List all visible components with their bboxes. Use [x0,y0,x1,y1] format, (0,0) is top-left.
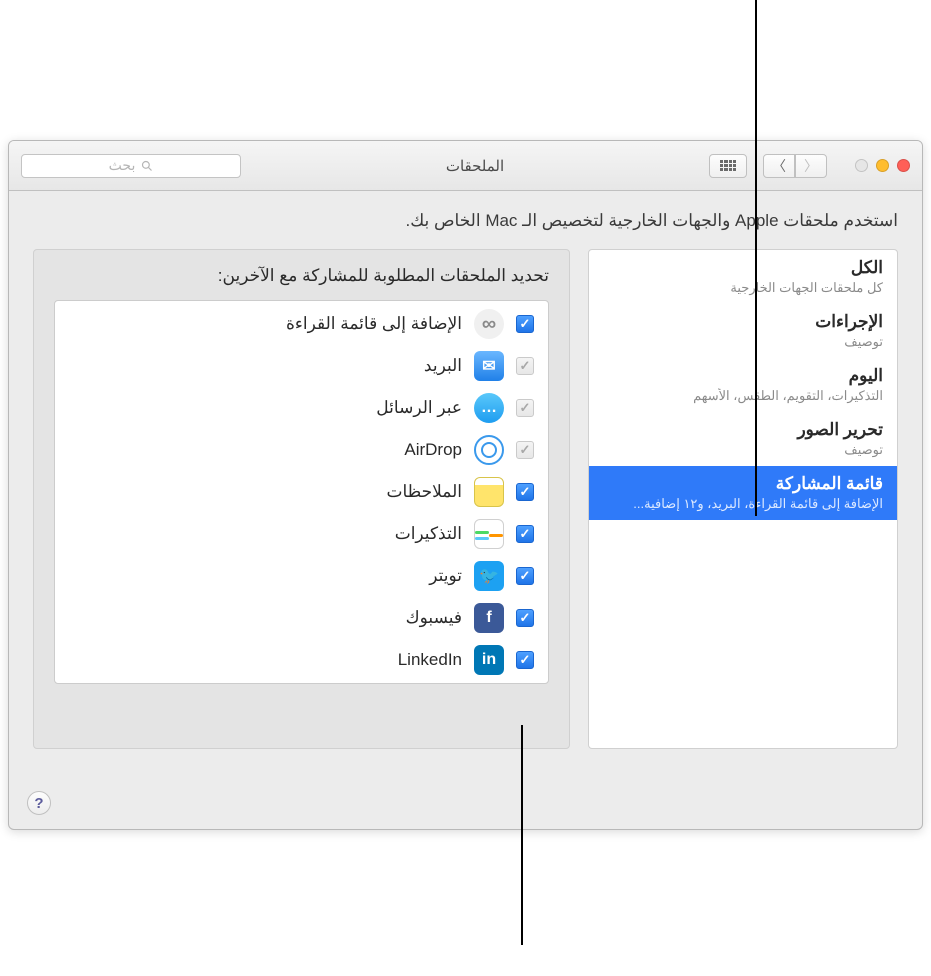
ext-row-reading-list: ∞ الإضافة إلى قائمة القراءة [55,303,548,345]
ext-row-reminders: التذكيرات [55,513,548,555]
ext-row-messages: … عبر الرسائل [55,387,548,429]
notes-icon [474,477,504,507]
reading-list-icon: ∞ [474,309,504,339]
nav-back-button[interactable]: 〈 [763,154,795,178]
search-input[interactable]: بحث [21,154,241,178]
chevron-right-icon: 〉 [804,156,818,176]
ext-label: فيسبوك [406,608,462,628]
ext-label: تويتر [429,566,462,586]
linkedin-icon: in [474,645,504,675]
sidebar-item-all[interactable]: الكل كل ملحقات الجهات الخارجية [589,250,897,304]
sidebar-item-sub: الإضافة إلى قائمة القراءة، البريد، و١٢ إ… [603,496,883,512]
ext-row-twitter: 🐦 تويتر [55,555,548,597]
checkbox-notes[interactable] [516,483,534,501]
chevron-left-icon: 〈 [772,156,786,176]
sidebar-item-title: الإجراءات [603,312,883,332]
sidebar-item-share-menu[interactable]: قائمة المشاركة الإضافة إلى قائمة القراءة… [589,466,897,520]
sidebar-item-today[interactable]: اليوم التذكيرات، التقويم، الطقس، الأسهم [589,358,897,412]
extension-list: ∞ الإضافة إلى قائمة القراءة ✉ البريد … ع… [54,300,549,684]
window-title: الملحقات [249,157,701,175]
ext-label: عبر الرسائل [376,398,462,418]
nav-forward-button[interactable]: 〉 [795,154,827,178]
maximize-button[interactable] [855,159,868,172]
ext-row-notes: الملاحظات [55,471,548,513]
search-placeholder: بحث [109,157,136,174]
callout-line-bottom [521,725,523,945]
sidebar-item-sub: توصيف [603,442,883,458]
grid-icon [720,160,736,172]
sidebar-item-sub: كل ملحقات الجهات الخارجية [603,280,883,296]
description-text: استخدم ملحقات Apple والجهات الخارجية لتخ… [33,211,898,231]
mail-icon: ✉ [474,351,504,381]
checkbox-airdrop [516,441,534,459]
sidebar-item-title: الكل [603,258,883,278]
content-area: استخدم ملحقات Apple والجهات الخارجية لتخ… [9,191,922,749]
detail-panel: تحديد الملحقات المطلوبة للمشاركة مع الآخ… [33,249,570,749]
preferences-window: بحث الملحقات 〈 〉 استخدم ملحقات Apple وال… [8,140,923,830]
checkbox-twitter[interactable] [516,567,534,585]
sidebar-item-sub: توصيف [603,334,883,350]
ext-row-facebook: f فيسبوك [55,597,548,639]
checkbox-mail [516,357,534,375]
ext-label: البريد [424,356,462,376]
ext-label: الملاحظات [386,482,462,502]
show-all-button[interactable] [709,154,747,178]
ext-row-linkedin: in LinkedIn [55,639,548,681]
ext-label: الإضافة إلى قائمة القراءة [286,314,462,334]
nav-buttons: 〈 〉 [763,154,827,178]
traffic-lights [855,159,910,172]
ext-label: AirDrop [404,440,462,460]
ext-label: LinkedIn [398,650,462,670]
callout-line-top [755,0,757,516]
checkbox-reminders[interactable] [516,525,534,543]
checkbox-reading-list[interactable] [516,315,534,333]
minimize-button[interactable] [876,159,889,172]
sidebar-item-sub: التذكيرات، التقويم، الطقس، الأسهم [603,388,883,404]
ext-row-airdrop: AirDrop [55,429,548,471]
sidebar-item-title: تحرير الصور [603,420,883,440]
twitter-icon: 🐦 [474,561,504,591]
sidebar-item-actions[interactable]: الإجراءات توصيف [589,304,897,358]
checkbox-facebook[interactable] [516,609,534,627]
close-button[interactable] [897,159,910,172]
checkbox-linkedin[interactable] [516,651,534,669]
help-button[interactable]: ? [27,791,51,815]
sidebar-item-title: اليوم [603,366,883,386]
search-icon [141,160,153,172]
airdrop-icon [474,435,504,465]
ext-row-mail: ✉ البريد [55,345,548,387]
sidebar-item-photo-editing[interactable]: تحرير الصور توصيف [589,412,897,466]
ext-label: التذكيرات [395,524,462,544]
messages-icon: … [474,393,504,423]
reminders-icon [474,519,504,549]
titlebar: بحث الملحقات 〈 〉 [9,141,922,191]
sidebar-item-title: قائمة المشاركة [603,474,883,494]
category-sidebar: الكل كل ملحقات الجهات الخارجية الإجراءات… [588,249,898,749]
detail-heading: تحديد الملحقات المطلوبة للمشاركة مع الآخ… [54,266,549,286]
checkbox-messages [516,399,534,417]
facebook-icon: f [474,603,504,633]
